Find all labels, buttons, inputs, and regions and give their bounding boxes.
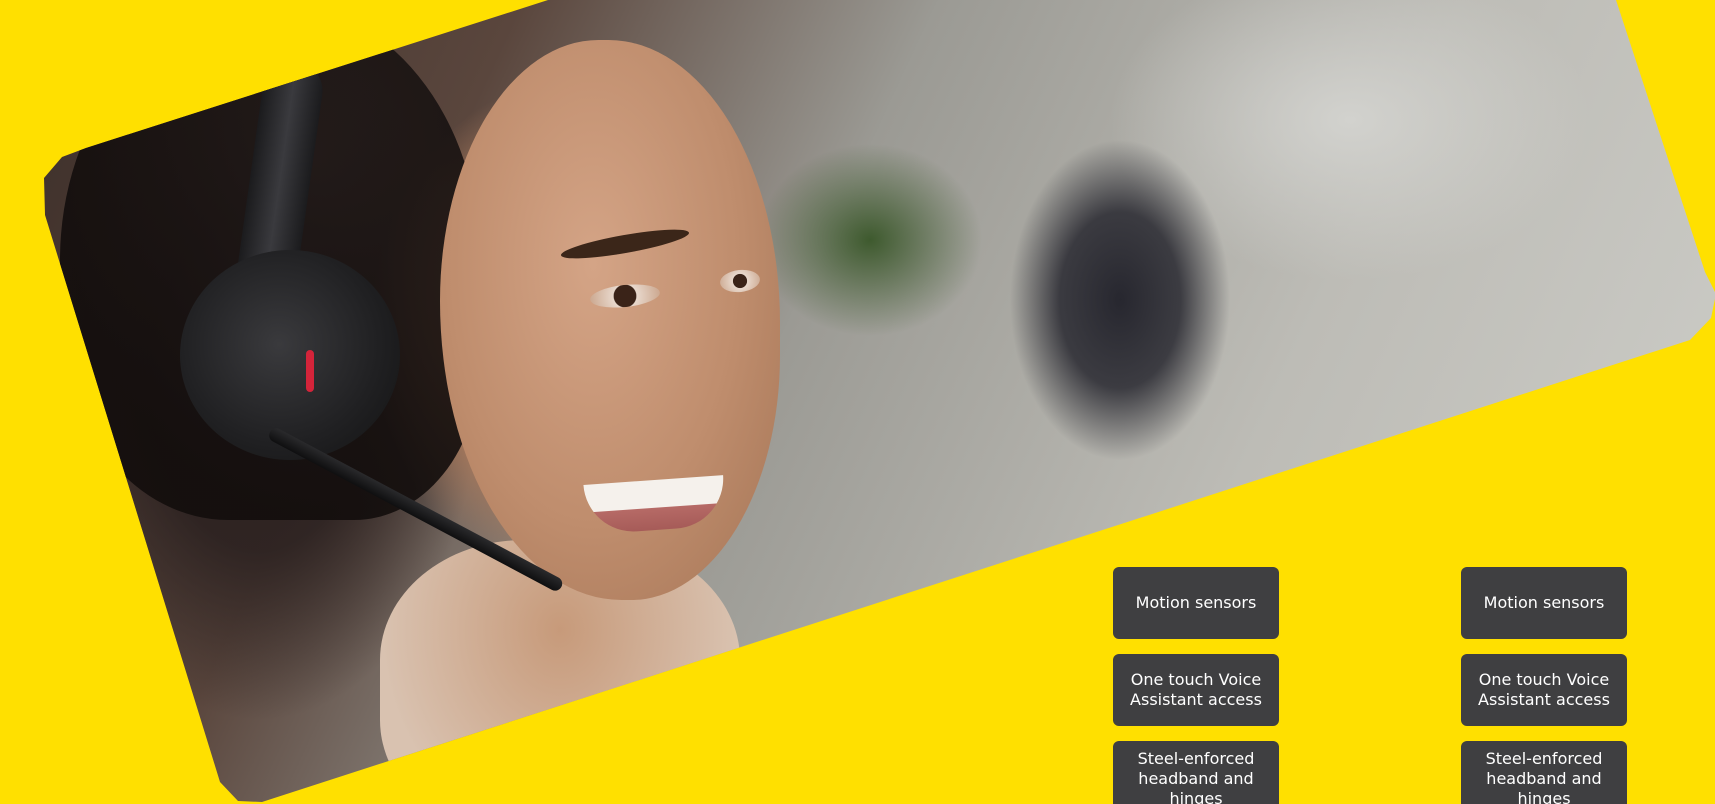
feature-button-motion-sensors[interactable]: Motion sensors	[1461, 567, 1627, 639]
feature-button-motion-sensors[interactable]: Motion sensors	[1113, 567, 1279, 639]
headset-indicator-light	[306, 350, 314, 392]
feature-label: Steel-enforced headband and hinges	[1485, 749, 1603, 804]
feature-label: One touch Voice Assistant access	[1478, 670, 1610, 709]
feature-button-voice-assistant[interactable]: One touch Voice Assistant access	[1461, 654, 1627, 726]
feature-label: Motion sensors	[1135, 593, 1257, 612]
feature-button-voice-assistant[interactable]: One touch Voice Assistant access	[1113, 654, 1279, 726]
hero-photo	[44, 0, 1715, 802]
page: Motion sensors One touch Voice Assistant…	[0, 0, 1715, 804]
feature-label: Motion sensors	[1483, 593, 1605, 612]
feature-label: Steel-enforced headband and hinges	[1137, 749, 1255, 804]
feature-label: One touch Voice Assistant access	[1130, 670, 1262, 709]
feature-button-steel-headband[interactable]: Steel-enforced headband and hinges	[1461, 741, 1627, 804]
headset-earcup	[180, 250, 400, 460]
feature-button-steel-headband[interactable]: Steel-enforced headband and hinges	[1113, 741, 1279, 804]
